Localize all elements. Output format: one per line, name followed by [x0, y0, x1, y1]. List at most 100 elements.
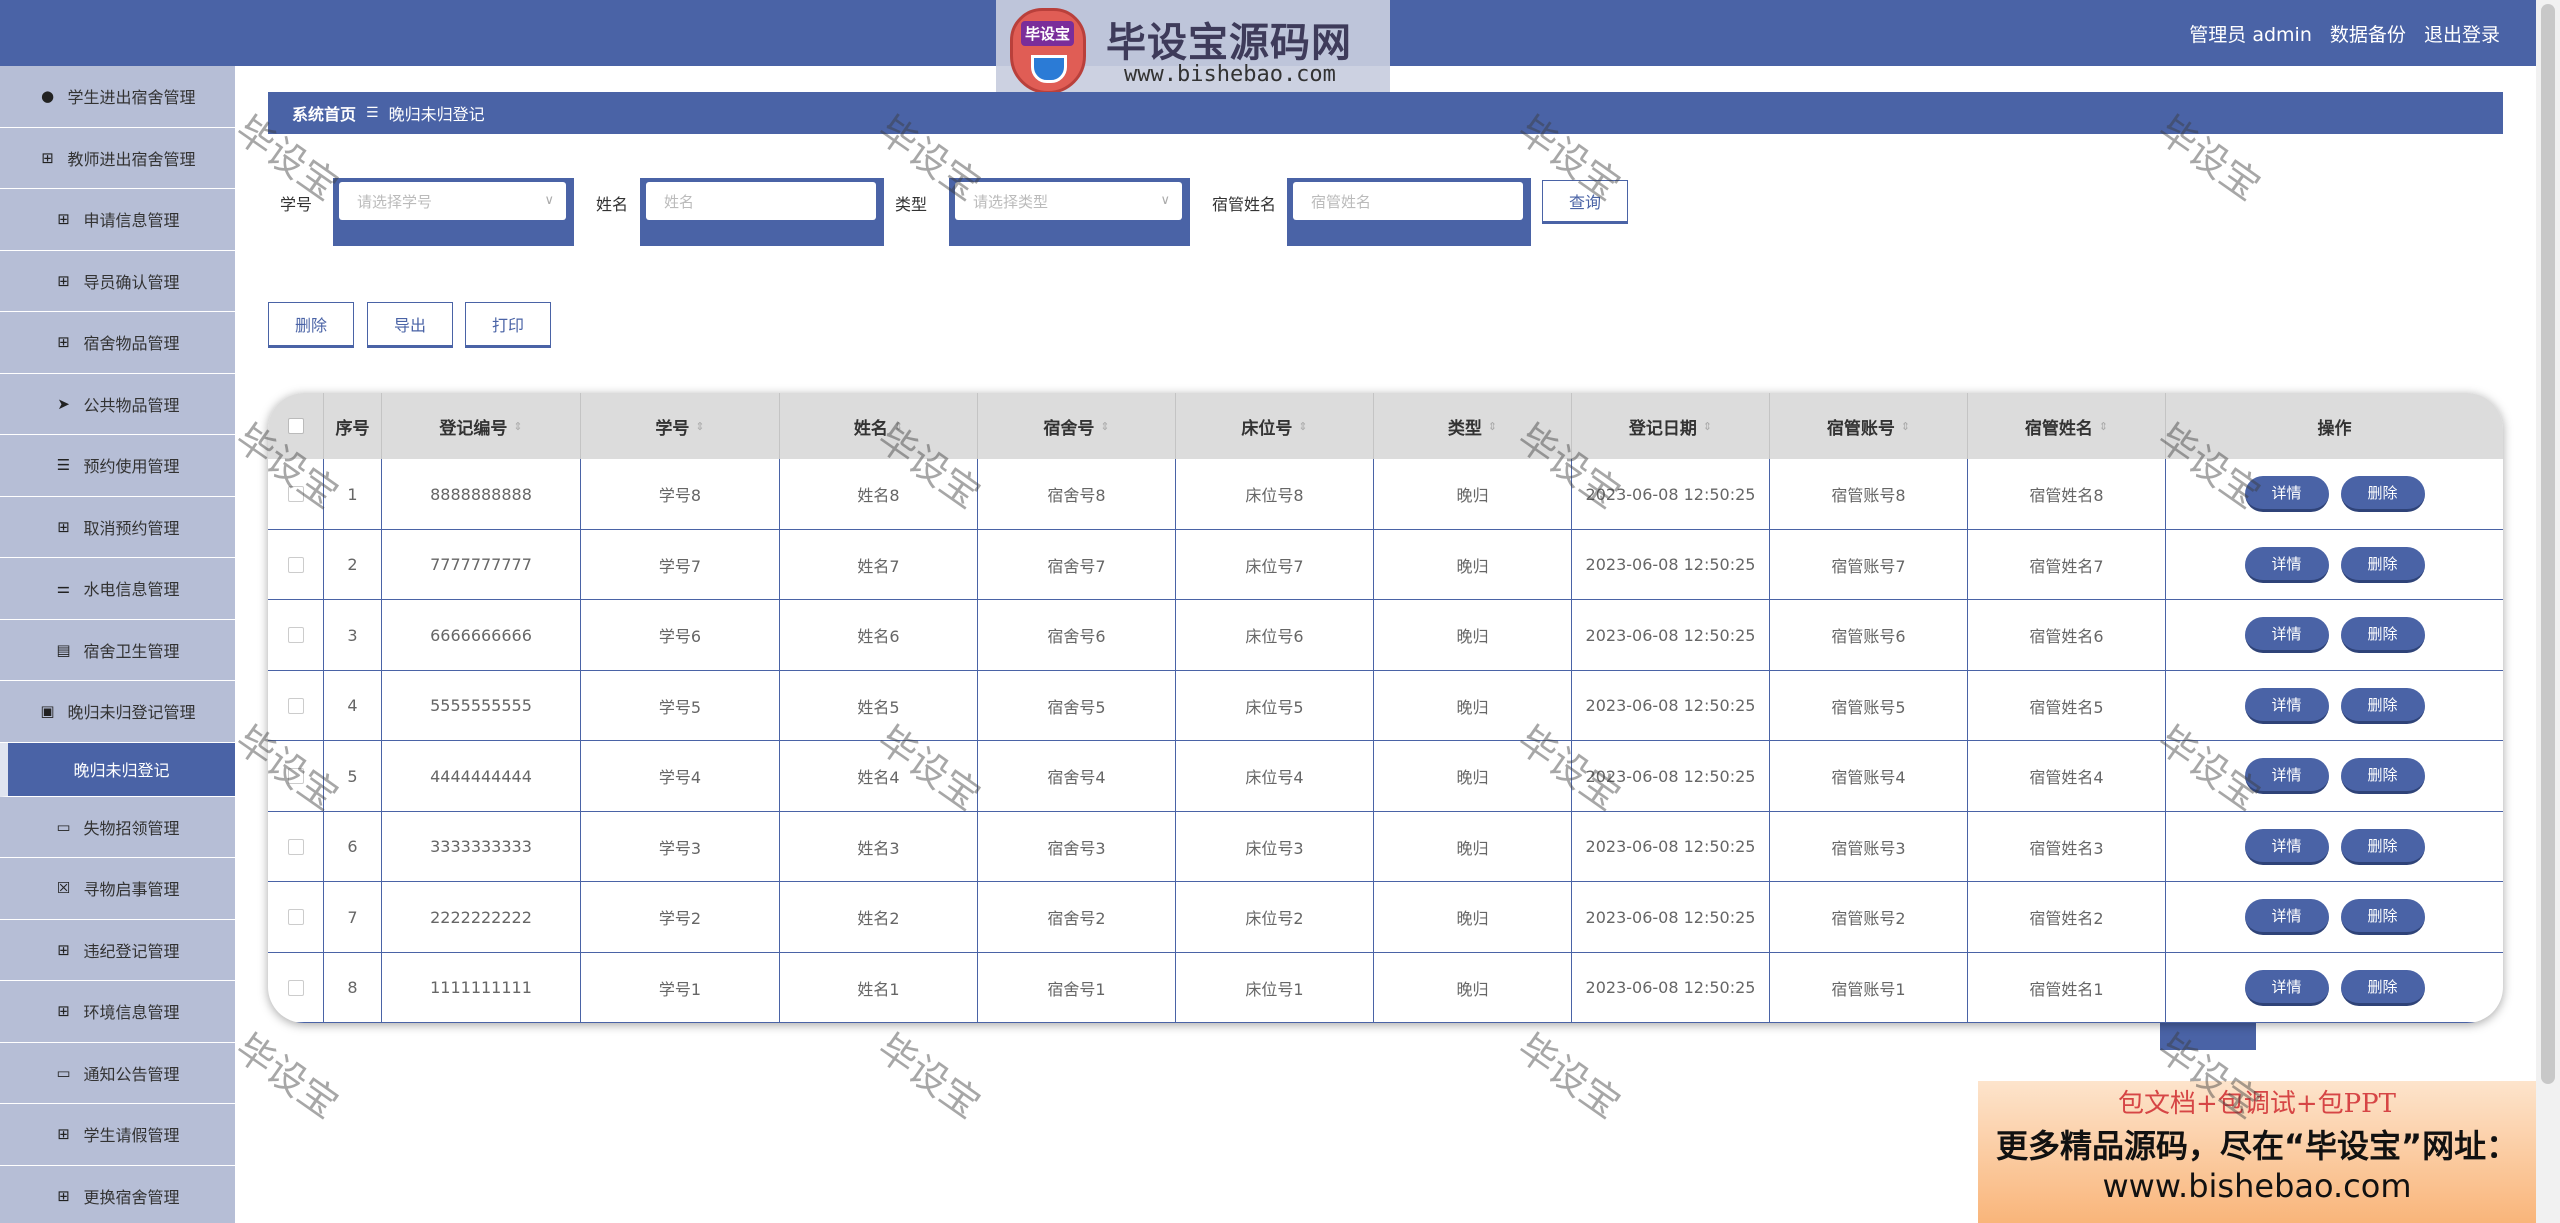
- sort-icon[interactable]: ⇕: [1100, 420, 1109, 433]
- sidebar-item[interactable]: ⊞ 申请信息管理: [0, 189, 235, 251]
- row-checkbox[interactable]: [287, 486, 304, 502]
- cell-sid: 学号8: [581, 459, 780, 529]
- sidebar-item[interactable]: ⊞ 教师进出宿舍管理: [0, 128, 235, 189]
- delete-button[interactable]: 删除: [2340, 899, 2425, 935]
- sort-icon[interactable]: ⇕: [894, 420, 903, 433]
- row-checkbox[interactable]: [287, 838, 304, 855]
- data-backup-link[interactable]: 数据备份: [2330, 24, 2406, 46]
- detail-button[interactable]: 详情: [2244, 617, 2329, 653]
- sidebar-item[interactable]: ● 学生进出宿舍管理: [0, 66, 235, 128]
- detail-button[interactable]: 详情: [2244, 828, 2329, 865]
- cell-bed: 床位号1: [1176, 952, 1374, 1023]
- cell-acct: 宿管账号5: [1770, 670, 1968, 741]
- sidebar-item[interactable]: ⊞ 宿舍物品管理: [0, 312, 235, 374]
- column-header-label: 姓名: [853, 418, 888, 439]
- student-id-select[interactable]: 请选择学号 ∨: [333, 178, 574, 246]
- detail-button[interactable]: 详情: [2244, 687, 2329, 724]
- cell-type: 晚归: [1374, 670, 1572, 741]
- sidebar-item[interactable]: ⊞ 更换宿舍管理: [0, 1166, 235, 1223]
- cell-name: 姓名4: [780, 741, 978, 811]
- sidebar-item[interactable]: ▤ 宿舍卫生管理: [0, 620, 235, 681]
- sort-icon[interactable]: ⇕: [513, 420, 522, 433]
- sidebar-item[interactable]: ⊞ 环境信息管理: [0, 981, 235, 1043]
- sort-icon[interactable]: ⇕: [1488, 420, 1497, 433]
- cell-bed: 床位号4: [1176, 741, 1374, 811]
- sort-icon[interactable]: ⇕: [695, 420, 704, 433]
- grid-icon: ⊞: [57, 210, 70, 229]
- export-button[interactable]: 导出: [367, 302, 453, 348]
- manager-name-input[interactable]: 宿管姓名: [1287, 178, 1531, 246]
- sidebar-item[interactable]: ▣ 晚归未归登记管理: [0, 681, 235, 743]
- sort-icon[interactable]: ⇕: [1298, 420, 1307, 433]
- delete-button[interactable]: 删除: [2340, 758, 2425, 794]
- query-button[interactable]: 查询: [1542, 180, 1628, 224]
- column-header[interactable]: 学号 ⇕: [581, 393, 780, 459]
- promo-banner[interactable]: 包文档+包调试+包PPT 更多精品源码，尽在“毕设宝”网址： www.bishe…: [1978, 1081, 2536, 1223]
- print-button[interactable]: 打印: [465, 302, 551, 348]
- table-row: 5 4444444444 学号4 姓名4 宿舍号4 床位号4 晚归 2023-06-08 12…: [268, 741, 2503, 812]
- sort-icon[interactable]: ⇕: [1901, 420, 1910, 433]
- detail-button[interactable]: 详情: [2244, 899, 2329, 935]
- watermark-text: 毕设宝: [227, 1025, 347, 1127]
- logout-link[interactable]: 退出登录: [2424, 24, 2500, 46]
- sidebar-item[interactable]: ➤ 公共物品管理: [0, 374, 235, 435]
- cell-name: 姓名2: [780, 882, 978, 952]
- cell-acct: 宿管账号2: [1770, 882, 1968, 952]
- user-icon: ●: [40, 87, 55, 106]
- column-header[interactable]: 宿管姓名 ⇕: [1968, 393, 2166, 459]
- cell-mgr: 宿管姓名8: [1968, 459, 2166, 529]
- logo-title: 毕设宝源码网: [1106, 20, 1352, 66]
- cell-type: 晚归: [1374, 811, 1572, 882]
- column-header[interactable]: 宿管账号 ⇕: [1770, 393, 1968, 459]
- detail-button[interactable]: 详情: [2244, 546, 2329, 583]
- delete-button[interactable]: 删除: [2340, 687, 2425, 724]
- delete-button[interactable]: 删除: [2340, 617, 2425, 653]
- sidebar-item[interactable]: ⊞ 导员确认管理: [0, 251, 235, 312]
- type-select[interactable]: 请选择类型 ∨: [949, 178, 1190, 246]
- delete-button[interactable]: 删除: [2340, 828, 2425, 865]
- column-header[interactable]: 宿舍号 ⇕: [978, 393, 1176, 459]
- column-header[interactable]: 姓名 ⇕: [780, 393, 978, 459]
- row-checkbox[interactable]: [287, 697, 304, 714]
- delete-button[interactable]: 删除: [2340, 546, 2425, 583]
- cell-bed: 床位号3: [1176, 811, 1374, 882]
- delete-button[interactable]: 删除: [2340, 476, 2425, 512]
- sort-icon[interactable]: ⇕: [2099, 420, 2108, 433]
- sort-icon[interactable]: ⇕: [1703, 420, 1712, 433]
- column-header[interactable]: 登记日期 ⇕: [1572, 393, 1770, 459]
- breadcrumb: 系统首页 ☰ 晚归未归登记: [268, 92, 2503, 134]
- sidebar-item[interactable]: ⊞ 学生请假管理: [0, 1104, 235, 1166]
- sidebar-item[interactable]: ⚌ 水电信息管理: [0, 558, 235, 620]
- scrollbar-thumb[interactable]: [2541, 4, 2555, 1084]
- name-input[interactable]: 姓名: [640, 178, 884, 246]
- sidebar-item[interactable]: ⊞ 取消预约管理: [0, 497, 235, 558]
- sidebar-item[interactable]: ☰ 预约使用管理: [0, 435, 235, 497]
- sidebar-item[interactable]: ⊞ 违纪登记管理: [0, 920, 235, 981]
- row-checkbox[interactable]: [287, 627, 304, 643]
- row-checkbox[interactable]: [287, 556, 304, 573]
- cell-type: 晚归: [1374, 600, 1572, 670]
- row-checkbox[interactable]: [287, 979, 304, 996]
- column-header: 操作: [2166, 393, 2503, 459]
- cell-date: 2023-06-08 12:50:25: [1572, 670, 1770, 741]
- delete-button[interactable]: 删除: [2340, 969, 2425, 1006]
- row-checkbox[interactable]: [287, 768, 304, 784]
- detail-button[interactable]: 详情: [2244, 476, 2329, 512]
- detail-button[interactable]: 详情: [2244, 758, 2329, 794]
- detail-button[interactable]: 详情: [2244, 969, 2329, 1006]
- row-checkbox[interactable]: [287, 909, 304, 925]
- top-right-menu: 管理员 admin 数据备份 退出登录: [2177, 20, 2500, 47]
- sidebar-item[interactable]: ▭ 失物招领管理: [0, 797, 235, 858]
- sidebar-item[interactable]: ▭ 通知公告管理: [0, 1043, 235, 1104]
- column-header[interactable]: 床位号 ⇕: [1176, 393, 1374, 459]
- column-header[interactable]: 登记编号 ⇕: [382, 393, 581, 459]
- column-header[interactable]: 类型 ⇕: [1374, 393, 1572, 459]
- admin-user-label[interactable]: 管理员 admin: [2189, 24, 2312, 46]
- sidebar-item[interactable]: ☒ 寻物启事管理: [0, 858, 235, 920]
- manager-name-label: 宿管姓名: [1212, 195, 1277, 214]
- sidebar-item[interactable]: 晚归未归登记: [0, 742, 235, 797]
- table-header: 序号 登记编号 ⇕ 学号 ⇕ 姓名 ⇕ 宿舍号 ⇕ 床位号 ⇕ 类型 ⇕ 登记日期 ⇕ 宿管账号 ⇕ 宿管姓名 ⇕ 操…: [268, 393, 2503, 459]
- select-all-checkbox[interactable]: [287, 418, 304, 434]
- batch-delete-button[interactable]: 删除: [268, 302, 354, 348]
- breadcrumb-home[interactable]: 系统首页: [292, 101, 356, 125]
